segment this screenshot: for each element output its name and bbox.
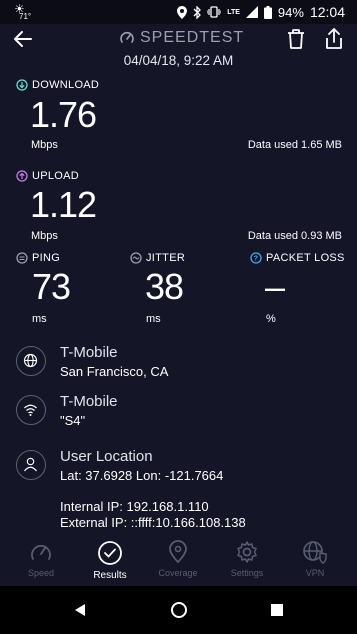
user-icon [16, 450, 46, 480]
nav-results-label: Results [93, 570, 127, 581]
brand-name: SPEEDTEST [140, 29, 245, 46]
arrow-left-icon [14, 31, 32, 47]
user-location-coords: Lat: 37.6928 Lon: -121.7664 [60, 468, 224, 483]
trash-icon [288, 29, 304, 49]
download-label: DOWNLOAD [16, 79, 99, 91]
download-data-used: Data used 1.65 MB [247, 139, 342, 151]
user-location-row: User Location Lat: 37.6928 Lon: -121.766… [16, 448, 346, 492]
wifi-ssid: "S4" [60, 413, 86, 428]
packet-loss-label: ? PACKET LOSS [250, 252, 345, 264]
system-home-icon[interactable] [170, 601, 188, 619]
user-location-title: User Location [60, 448, 153, 465]
upload-data-used: Data used 0.93 MB [247, 230, 342, 242]
check-circle-icon [98, 541, 122, 565]
map-pin-icon [169, 540, 187, 564]
globe-icon [16, 346, 46, 376]
vibrate-icon [207, 6, 222, 18]
upload-unit: Mbps [31, 230, 58, 242]
ping-label: PING [16, 252, 60, 264]
upload-arrow-icon [16, 170, 28, 182]
upload-value: 1.12 [30, 184, 97, 225]
gear-icon [237, 541, 257, 563]
location-icon [177, 5, 188, 19]
ping-icon [16, 252, 28, 264]
temperature-text: 71° [19, 12, 32, 21]
nav-vpn-label: VPN [305, 568, 325, 578]
svg-text:?: ? [254, 254, 259, 263]
weather-indicator: ☀ 71° [14, 3, 32, 21]
back-button[interactable] [10, 26, 36, 52]
jitter-value: 38 [145, 266, 184, 307]
upload-label: UPLOAD [16, 170, 79, 182]
system-nav-bar [0, 586, 357, 634]
status-bar: ☀ 71° LTE 94% 12:04 [0, 0, 357, 24]
speedometer-icon [120, 31, 134, 43]
bottom-nav: Speed Results Coverage Settings VPN [0, 534, 357, 586]
network-type: LTE [227, 8, 240, 16]
provider-name: T-Mobile [60, 344, 118, 361]
app-header: SPEEDTEST [0, 24, 357, 54]
share-button[interactable] [322, 26, 346, 52]
status-icons: LTE 94% 12:04 [177, 0, 345, 24]
wifi-row: T-Mobile "S4" [16, 393, 346, 437]
ping-unit: ms [32, 313, 47, 325]
battery-percent: 94% [277, 4, 304, 20]
upload-label-text: UPLOAD [32, 170, 80, 182]
test-timestamp: 04/04/18, 9:22 AM [123, 53, 234, 68]
internal-ip: Internal IP: 192.168.1.110 [60, 499, 209, 514]
nav-coverage[interactable]: Coverage [148, 540, 208, 578]
download-unit: Mbps [31, 139, 58, 151]
packet-loss-label-text: PACKET LOSS [266, 252, 345, 264]
jitter-unit: ms [146, 313, 161, 325]
globe-shield-icon [303, 541, 327, 564]
packet-loss-value: – [265, 266, 285, 307]
nav-settings-label: Settings [230, 568, 264, 578]
delete-button[interactable] [285, 27, 307, 51]
status-clock: 12:04 [309, 4, 345, 20]
nav-vpn[interactable]: VPN [285, 540, 345, 578]
gauge-icon [31, 545, 51, 560]
provider-row: T-Mobile San Francisco, CA [16, 344, 346, 388]
nav-speed-label: Speed [27, 568, 55, 578]
wifi-provider-name: T-Mobile [60, 393, 118, 410]
download-label-text: DOWNLOAD [32, 79, 100, 91]
nav-speed[interactable]: Speed [11, 540, 71, 578]
external-ip: External IP: ::ffff:10.166.108.138 [60, 515, 246, 530]
jitter-label: JITTER [130, 252, 185, 264]
nav-settings[interactable]: Settings [217, 540, 277, 578]
nav-results[interactable]: Results [80, 540, 140, 581]
wifi-icon [16, 395, 46, 425]
system-recents-icon[interactable] [270, 603, 284, 617]
packet-loss-unit: % [266, 313, 276, 325]
battery-icon [263, 5, 272, 19]
signal-icon [245, 6, 258, 18]
download-arrow-icon [16, 79, 28, 91]
speedtest-logo: SPEEDTEST [119, 29, 244, 47]
share-icon [326, 28, 342, 49]
bluetooth-icon [193, 5, 202, 19]
ping-value: 73 [32, 266, 71, 307]
help-icon[interactable]: ? [250, 252, 262, 264]
provider-location: San Francisco, CA [60, 364, 169, 379]
download-value: 1.76 [30, 94, 97, 135]
nav-coverage-label: Coverage [158, 568, 198, 578]
system-back-icon[interactable] [72, 602, 88, 618]
jitter-icon [130, 252, 142, 264]
ping-label-text: PING [32, 252, 61, 264]
jitter-label-text: JITTER [146, 252, 186, 264]
